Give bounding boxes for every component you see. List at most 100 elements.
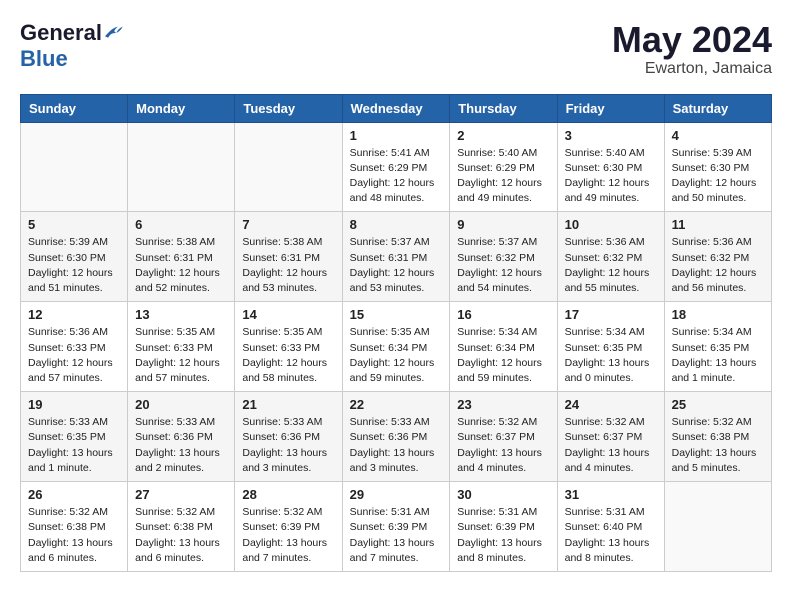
day-number: 10 <box>565 217 657 232</box>
day-number: 2 <box>457 128 549 143</box>
day-info: Sunrise: 5:34 AMSunset: 6:35 PMDaylight:… <box>672 325 764 386</box>
day-of-week-header: Wednesday <box>342 94 450 122</box>
calendar-cell: 24 Sunrise: 5:32 AMSunset: 6:37 PMDayligh… <box>557 392 664 482</box>
day-info: Sunrise: 5:36 AMSunset: 6:32 PMDaylight:… <box>672 235 764 296</box>
calendar-cell: 3 Sunrise: 5:40 AMSunset: 6:30 PMDaylight… <box>557 122 664 212</box>
day-number: 21 <box>242 397 334 412</box>
calendar-week-row: 12 Sunrise: 5:36 AMSunset: 6:33 PMDayligh… <box>21 302 772 392</box>
day-of-week-header: Friday <box>557 94 664 122</box>
day-info: Sunrise: 5:31 AMSunset: 6:39 PMDaylight:… <box>350 505 443 566</box>
day-info: Sunrise: 5:32 AMSunset: 6:38 PMDaylight:… <box>672 415 764 476</box>
day-number: 1 <box>350 128 443 143</box>
day-info: Sunrise: 5:38 AMSunset: 6:31 PMDaylight:… <box>242 235 334 296</box>
calendar-cell: 29 Sunrise: 5:31 AMSunset: 6:39 PMDayligh… <box>342 482 450 572</box>
calendar-cell: 12 Sunrise: 5:36 AMSunset: 6:33 PMDayligh… <box>21 302 128 392</box>
day-info: Sunrise: 5:40 AMSunset: 6:29 PMDaylight:… <box>457 146 549 207</box>
day-number: 31 <box>565 487 657 502</box>
logo-general-text: General <box>20 20 102 46</box>
calendar-cell: 6 Sunrise: 5:38 AMSunset: 6:31 PMDaylight… <box>128 212 235 302</box>
day-number: 14 <box>242 307 334 322</box>
calendar-cell: 23 Sunrise: 5:32 AMSunset: 6:37 PMDayligh… <box>450 392 557 482</box>
day-number: 11 <box>672 217 764 232</box>
day-info: Sunrise: 5:33 AMSunset: 6:36 PMDaylight:… <box>135 415 227 476</box>
logo: General Blue <box>20 20 123 72</box>
day-info: Sunrise: 5:37 AMSunset: 6:32 PMDaylight:… <box>457 235 549 296</box>
calendar-cell: 25 Sunrise: 5:32 AMSunset: 6:38 PMDayligh… <box>664 392 771 482</box>
day-number: 12 <box>28 307 120 322</box>
day-info: Sunrise: 5:39 AMSunset: 6:30 PMDaylight:… <box>28 235 120 296</box>
calendar-header-row: SundayMondayTuesdayWednesdayThursdayFrid… <box>21 94 772 122</box>
day-number: 16 <box>457 307 549 322</box>
calendar-cell: 5 Sunrise: 5:39 AMSunset: 6:30 PMDaylight… <box>21 212 128 302</box>
day-number: 28 <box>242 487 334 502</box>
calendar-cell: 13Sunrise: 5:35 AMSunset: 6:33 PMDayligh… <box>128 302 235 392</box>
day-number: 9 <box>457 217 549 232</box>
calendar-cell <box>128 122 235 212</box>
calendar-cell: 1 Sunrise: 5:41 AMSunset: 6:29 PMDaylight… <box>342 122 450 212</box>
day-number: 5 <box>28 217 120 232</box>
day-info: Sunrise: 5:31 AMSunset: 6:40 PMDaylight:… <box>565 505 657 566</box>
day-info: Sunrise: 5:34 AMSunset: 6:34 PMDaylight:… <box>457 325 549 386</box>
calendar-cell: 16 Sunrise: 5:34 AMSunset: 6:34 PMDayligh… <box>450 302 557 392</box>
day-number: 26 <box>28 487 120 502</box>
day-number: 25 <box>672 397 764 412</box>
day-info: Sunrise: 5:36 AMSunset: 6:33 PMDaylight:… <box>28 325 120 386</box>
day-number: 4 <box>672 128 764 143</box>
day-info: Sunrise: 5:32 AMSunset: 6:37 PMDaylight:… <box>457 415 549 476</box>
day-info: Sunrise: 5:38 AMSunset: 6:31 PMDaylight:… <box>135 235 227 296</box>
page-header: General Blue May 2024 Ewarton, Jamaica <box>20 20 772 78</box>
title-block: May 2024 Ewarton, Jamaica <box>612 20 772 78</box>
calendar-week-row: 19 Sunrise: 5:33 AMSunset: 6:35 PMDayligh… <box>21 392 772 482</box>
calendar-cell: 19 Sunrise: 5:33 AMSunset: 6:35 PMDayligh… <box>21 392 128 482</box>
calendar-cell: 17Sunrise: 5:34 AMSunset: 6:35 PMDayligh… <box>557 302 664 392</box>
day-number: 30 <box>457 487 549 502</box>
calendar-cell: 30Sunrise: 5:31 AMSunset: 6:39 PMDayligh… <box>450 482 557 572</box>
calendar-cell: 7 Sunrise: 5:38 AMSunset: 6:31 PMDaylight… <box>235 212 342 302</box>
month-title: May 2024 <box>612 20 772 60</box>
calendar-cell: 10 Sunrise: 5:36 AMSunset: 6:32 PMDayligh… <box>557 212 664 302</box>
day-info: Sunrise: 5:35 AMSunset: 6:33 PMDaylight:… <box>242 325 334 386</box>
day-of-week-header: Thursday <box>450 94 557 122</box>
calendar-cell: 27Sunrise: 5:32 AMSunset: 6:38 PMDayligh… <box>128 482 235 572</box>
day-number: 7 <box>242 217 334 232</box>
calendar-cell: 14 Sunrise: 5:35 AMSunset: 6:33 PMDayligh… <box>235 302 342 392</box>
day-number: 29 <box>350 487 443 502</box>
calendar-cell: 28 Sunrise: 5:32 AMSunset: 6:39 PMDayligh… <box>235 482 342 572</box>
day-info: Sunrise: 5:35 AMSunset: 6:33 PMDaylight:… <box>135 325 227 386</box>
calendar-table: SundayMondayTuesdayWednesdayThursdayFrid… <box>20 94 772 572</box>
day-number: 8 <box>350 217 443 232</box>
calendar-cell <box>21 122 128 212</box>
day-number: 20 <box>135 397 227 412</box>
day-info: Sunrise: 5:39 AMSunset: 6:30 PMDaylight:… <box>672 146 764 207</box>
day-of-week-header: Tuesday <box>235 94 342 122</box>
day-of-week-header: Sunday <box>21 94 128 122</box>
day-info: Sunrise: 5:32 AMSunset: 6:38 PMDaylight:… <box>135 505 227 566</box>
calendar-week-row: 1 Sunrise: 5:41 AMSunset: 6:29 PMDaylight… <box>21 122 772 212</box>
calendar-cell: 2 Sunrise: 5:40 AMSunset: 6:29 PMDaylight… <box>450 122 557 212</box>
day-info: Sunrise: 5:32 AMSunset: 6:38 PMDaylight:… <box>28 505 120 566</box>
calendar-cell: 21Sunrise: 5:33 AMSunset: 6:36 PMDayligh… <box>235 392 342 482</box>
day-of-week-header: Monday <box>128 94 235 122</box>
day-info: Sunrise: 5:40 AMSunset: 6:30 PMDaylight:… <box>565 146 657 207</box>
day-info: Sunrise: 5:32 AMSunset: 6:37 PMDaylight:… <box>565 415 657 476</box>
day-info: Sunrise: 5:41 AMSunset: 6:29 PMDaylight:… <box>350 146 443 207</box>
day-info: Sunrise: 5:37 AMSunset: 6:31 PMDaylight:… <box>350 235 443 296</box>
day-of-week-header: Saturday <box>664 94 771 122</box>
day-number: 23 <box>457 397 549 412</box>
day-info: Sunrise: 5:36 AMSunset: 6:32 PMDaylight:… <box>565 235 657 296</box>
day-number: 6 <box>135 217 227 232</box>
calendar-cell: 20 Sunrise: 5:33 AMSunset: 6:36 PMDayligh… <box>128 392 235 482</box>
day-number: 15 <box>350 307 443 322</box>
calendar-cell: 9 Sunrise: 5:37 AMSunset: 6:32 PMDaylight… <box>450 212 557 302</box>
day-number: 22 <box>350 397 443 412</box>
day-number: 24 <box>565 397 657 412</box>
day-number: 3 <box>565 128 657 143</box>
calendar-cell: 26 Sunrise: 5:32 AMSunset: 6:38 PMDayligh… <box>21 482 128 572</box>
day-info: Sunrise: 5:32 AMSunset: 6:39 PMDaylight:… <box>242 505 334 566</box>
calendar-cell: 31 Sunrise: 5:31 AMSunset: 6:40 PMDayligh… <box>557 482 664 572</box>
calendar-cell <box>664 482 771 572</box>
day-info: Sunrise: 5:33 AMSunset: 6:36 PMDaylight:… <box>350 415 443 476</box>
day-info: Sunrise: 5:33 AMSunset: 6:35 PMDaylight:… <box>28 415 120 476</box>
day-info: Sunrise: 5:35 AMSunset: 6:34 PMDaylight:… <box>350 325 443 386</box>
day-number: 19 <box>28 397 120 412</box>
